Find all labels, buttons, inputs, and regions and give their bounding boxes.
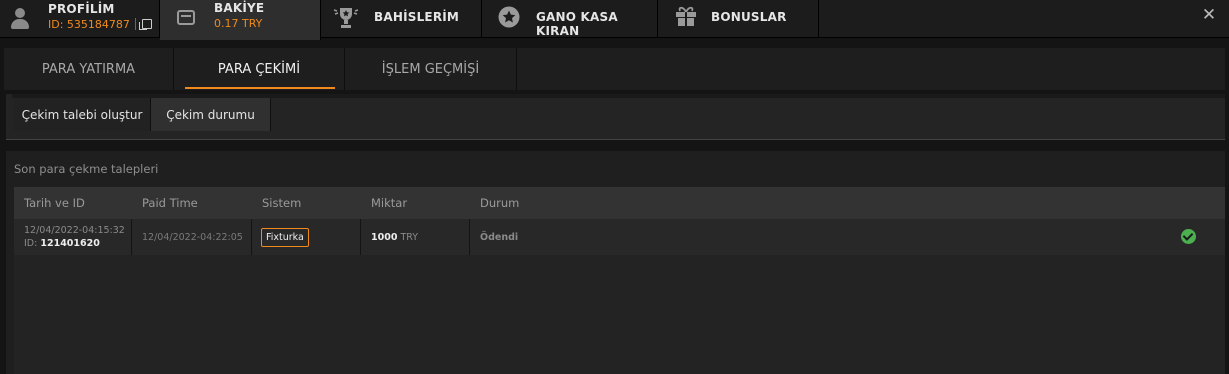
- nav-profile[interactable]: PROFİLİM ID: 535184787: [0, 0, 160, 38]
- col-date-id: Tarih ve ID: [24, 196, 85, 210]
- bonus-label: BONUSLAR: [711, 10, 787, 24]
- row-id: 121401620: [40, 238, 100, 249]
- subtab-withdraw-status[interactable]: Çekim durumu: [151, 98, 271, 131]
- subtab-create-request[interactable]: Çekim talebi oluştur: [14, 98, 151, 131]
- sub-tabs: Çekim talebi oluştur Çekim durumu: [6, 94, 1225, 140]
- tab-withdraw[interactable]: PARA ÇEKİMİ: [174, 48, 345, 90]
- gano-label: GANO KASA KIRAN: [536, 10, 618, 38]
- balance-amount: 0.17 TRY: [214, 17, 263, 30]
- tab-history[interactable]: İŞLEM GEÇMİŞİ: [345, 48, 517, 90]
- user-icon: [11, 7, 29, 29]
- top-nav: PROFİLİM ID: 535184787 BAKİYE 0.17 TRY B…: [0, 0, 1229, 40]
- nav-balance[interactable]: BAKİYE 0.17 TRY: [160, 0, 321, 40]
- col-system: Sistem: [262, 196, 302, 210]
- row-system-badge: Fixturka: [261, 228, 309, 247]
- close-icon[interactable]: ✕: [1200, 6, 1218, 24]
- withdrawals-table: Tarih ve ID Paid Time Sistem Miktar Duru…: [14, 187, 1225, 374]
- balance-label: BAKİYE: [214, 1, 265, 15]
- check-circle-icon: [1181, 229, 1196, 244]
- gift-icon: [676, 6, 696, 26]
- row-date: 12/04/2022-04:15:32: [24, 225, 125, 236]
- main-tabs: PARA YATIRMA PARA ÇEKİMİ İŞLEM GEÇMİŞİ: [4, 48, 1225, 90]
- col-status: Durum: [480, 196, 520, 210]
- profile-label: PROFİLİM: [48, 2, 115, 16]
- star-badge-icon: [498, 6, 520, 28]
- nav-bets[interactable]: BAHİSLERİM: [321, 0, 482, 38]
- wallet-icon: [177, 10, 195, 25]
- col-paid-time: Paid Time: [142, 196, 198, 210]
- row-status: Ödendi: [480, 232, 519, 243]
- bets-label: BAHİSLERİM: [374, 10, 460, 24]
- table-row[interactable]: 12/04/2022-04:15:32 ID: 121401620 12/04/…: [14, 219, 1225, 255]
- trophy-icon: [333, 8, 359, 28]
- row-id-prefix: ID:: [24, 238, 38, 249]
- row-paid-time: 12/04/2022-04:22:05: [142, 232, 243, 243]
- copy-icon[interactable]: [138, 18, 152, 30]
- active-tab-indicator: [185, 87, 335, 89]
- nav-bonus[interactable]: BONUSLAR: [658, 0, 819, 38]
- table-empty-area: [14, 255, 1225, 374]
- nav-gano[interactable]: GANO KASA KIRAN: [482, 0, 658, 38]
- id-separator: [134, 17, 136, 30]
- withdrawal-requests-panel: Son para çekme talepleri Tarih ve ID Pai…: [6, 151, 1225, 374]
- row-currency: TRY: [400, 232, 419, 243]
- profile-id: ID: 535184787: [48, 18, 130, 31]
- table-header: Tarih ve ID Paid Time Sistem Miktar Duru…: [14, 187, 1225, 219]
- col-amount: Miktar: [371, 196, 408, 210]
- row-amount: 1000: [371, 232, 398, 243]
- tab-deposit[interactable]: PARA YATIRMA: [4, 48, 174, 90]
- panel-title: Son para çekme talepleri: [14, 162, 159, 176]
